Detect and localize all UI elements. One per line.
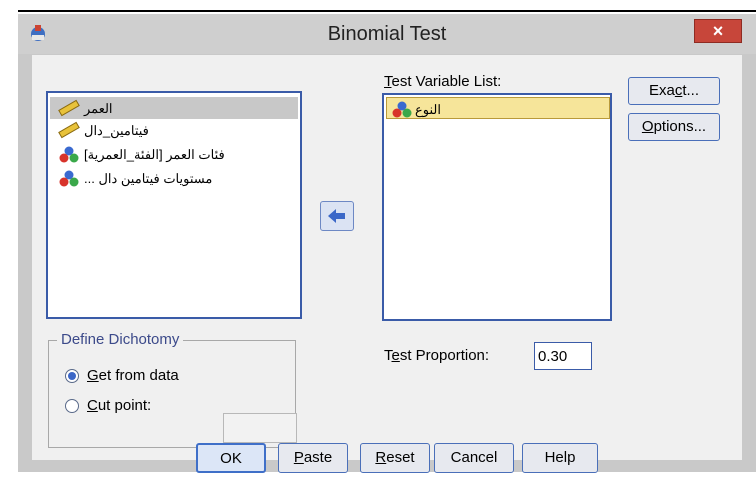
options-button[interactable]: Options... [628,113,720,141]
top-divider-line [18,10,756,12]
cut-point-label: Cut point: [87,397,152,414]
binomial-test-dialog: Binomial Test × العمر فيتامين_دال فئات ا… [18,14,756,473]
nominal-balls-icon [59,146,79,163]
move-variable-button[interactable] [320,201,354,231]
close-button[interactable]: × [694,19,742,43]
dialog-body: العمر فيتامين_دال فئات العمر [الفئة_العم… [32,55,742,473]
ok-button[interactable]: OK [196,443,266,473]
list-item[interactable]: فئات العمر [الفئة_العمرية] [50,143,298,165]
list-item-label: النوع [415,102,441,117]
cut-point-input[interactable] [223,413,297,443]
define-dichotomy-group: Define Dichotomy Get from data Cut point… [48,331,297,448]
list-item-label: العمر [84,101,113,116]
reset-button[interactable]: Reset [360,443,430,473]
list-item[interactable]: النوع [386,97,610,119]
title-bar[interactable]: Binomial Test × [18,14,756,54]
test-proportion-label: Test Proportion: [384,347,490,364]
cancel-button[interactable]: Cancel [434,443,514,473]
scale-ruler-icon [58,99,80,117]
nominal-balls-icon [392,101,412,118]
list-item[interactable]: مستويات فيتامين دال ... [50,167,298,189]
list-item[interactable]: العمر [50,97,298,119]
test-proportion-input[interactable]: 0.30 [534,342,592,370]
cut-point-radio[interactable] [65,399,79,413]
list-item-label: فيتامين_دال [84,123,149,138]
list-item-label: فئات العمر [الفئة_العمرية] [84,147,225,162]
exact-button[interactable]: Exact... [628,77,720,105]
window-title: Binomial Test [327,23,447,45]
get-from-data-label: Get from data [87,367,179,384]
arrow-left-icon [328,209,345,223]
define-dichotomy-legend: Define Dichotomy [57,331,184,348]
test-variable-list-label: Test Variable List: [384,73,502,90]
help-button[interactable]: Help [522,443,598,473]
nominal-balls-icon [59,170,79,187]
test-variable-list[interactable]: النوع [382,93,612,321]
scale-ruler-icon [58,121,80,139]
list-item-label: مستويات فيتامين دال ... [84,171,213,186]
source-variable-list[interactable]: العمر فيتامين_دال فئات العمر [الفئة_العم… [46,91,302,319]
paste-button[interactable]: Paste [278,443,348,473]
list-item[interactable]: فيتامين_دال [50,119,298,141]
get-from-data-radio[interactable] [65,369,79,383]
